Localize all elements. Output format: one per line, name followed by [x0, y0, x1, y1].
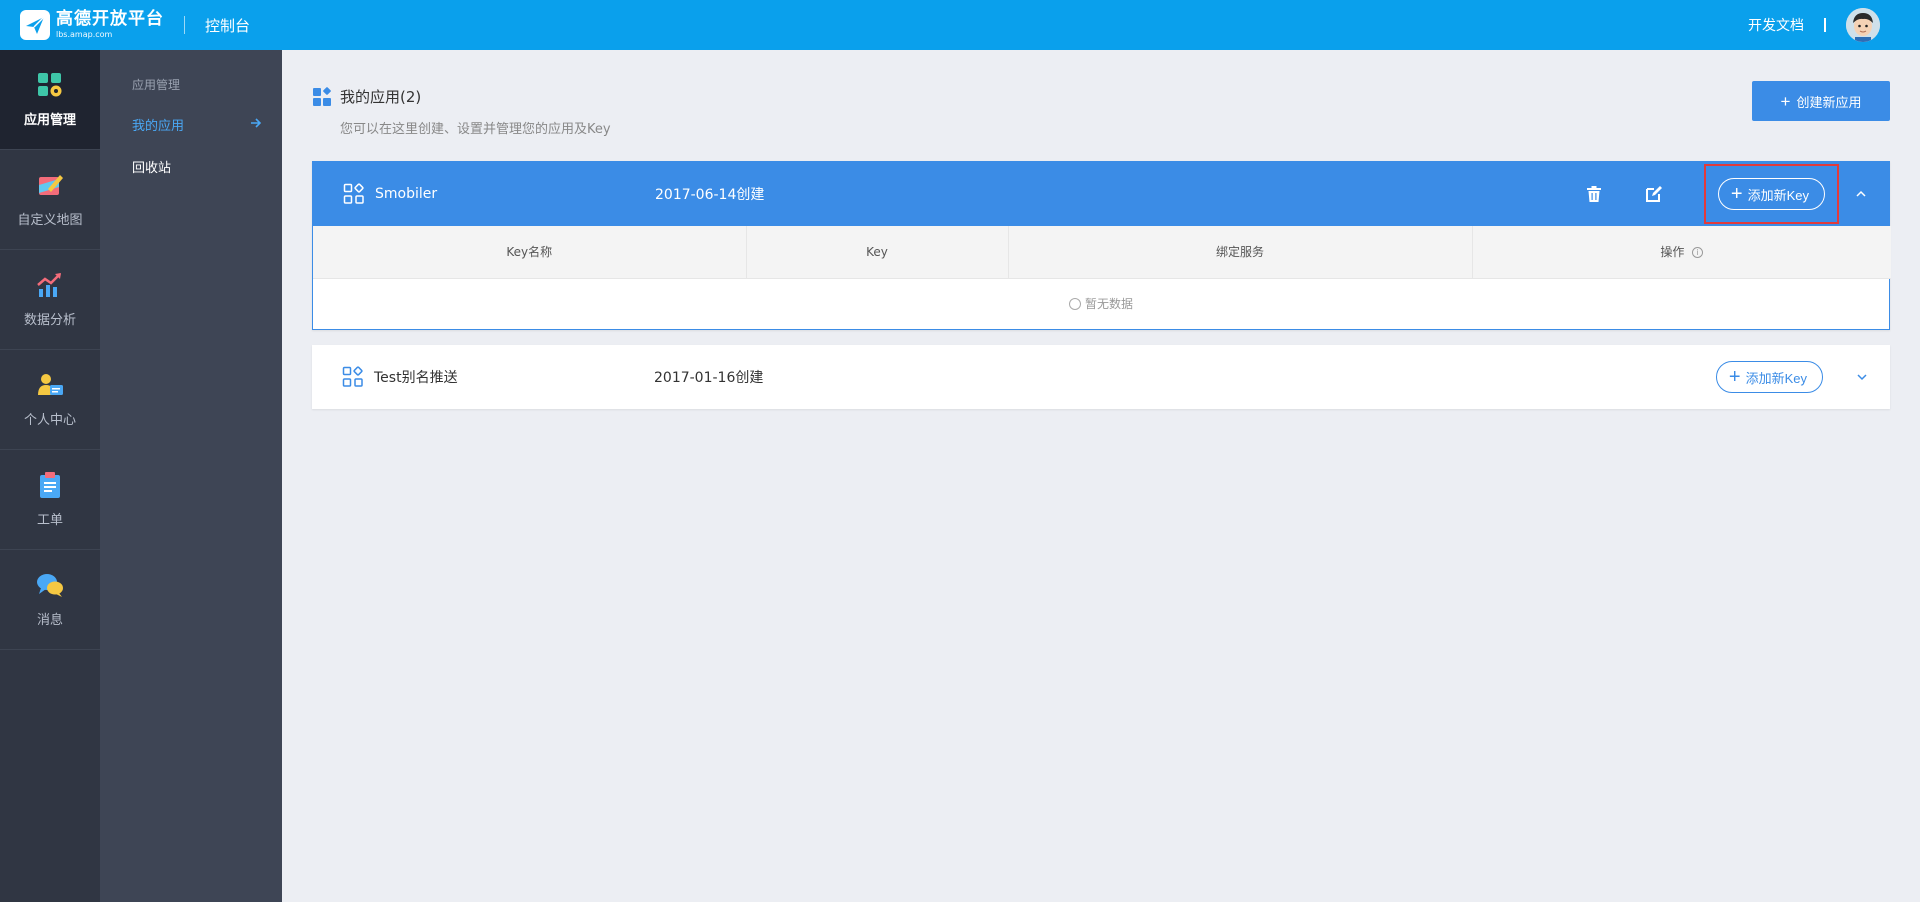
page-subtitle: 您可以在这里创建、设置并管理您的应用及Key	[340, 122, 611, 137]
logo[interactable]: 高德开放平台 lbs.amap.com	[20, 10, 164, 40]
column-operation: 操作 i	[1472, 226, 1891, 279]
grid-gear-icon	[38, 73, 62, 97]
nav-item-app-management[interactable]: 应用管理	[0, 50, 100, 150]
logo-title: 高德开放平台	[56, 9, 164, 29]
chart-trend-icon	[37, 273, 61, 297]
app-name: Smobiler	[375, 186, 438, 202]
collapse-toggle[interactable]	[1851, 184, 1871, 204]
map-palette-icon	[39, 175, 63, 195]
app-card-test-alias-push: Test别名推送 2017-01-16创建 + 添加新Key	[312, 345, 1890, 409]
chevron-down-icon	[1857, 374, 1867, 381]
chat-bubble-icon	[37, 574, 63, 597]
apps-grid-icon	[313, 86, 331, 106]
empty-text: 暂无数据	[1084, 297, 1133, 311]
subnav-label: 回收站	[132, 160, 172, 176]
empty-state: 暂无数据	[313, 279, 1889, 329]
app-created-date: 2017-01-16创建	[654, 370, 764, 386]
add-key-label: 添加新Key	[1745, 370, 1807, 386]
keys-table: Key名称 Key 绑定服务 操作 i	[313, 226, 1891, 279]
delete-app-button[interactable]	[1580, 180, 1608, 208]
amap-logo-icon	[20, 10, 50, 40]
edit-icon	[1645, 186, 1662, 202]
main-content: 我的应用(2) 您可以在这里创建、设置并管理您的应用及Key + 创建新应用 S…	[282, 50, 1920, 902]
nav-item-personal-center[interactable]: 个人中心	[0, 350, 100, 450]
app-actions: + 添加新Key	[1713, 345, 1890, 409]
add-key-button[interactable]: + 添加新Key	[1717, 178, 1825, 210]
app-card-header[interactable]: Test别名推送 2017-01-16创建 + 添加新Key	[312, 345, 1890, 409]
nav-label: 数据分析	[23, 313, 76, 328]
header-divider	[1824, 18, 1826, 32]
table-header-row: Key名称 Key 绑定服务 操作 i	[313, 226, 1891, 279]
nav-item-ticket[interactable]: 工单	[0, 450, 100, 550]
column-key-name: Key名称	[313, 226, 747, 279]
primary-sidebar: 应用管理 自定义地图 数据分析 个人中心 工单 消息	[0, 50, 100, 902]
secondary-sidebar: 应用管理 我的应用 回收站	[100, 50, 282, 902]
dev-docs-link[interactable]: 开发文档	[1748, 15, 1804, 35]
sad-face-icon	[1068, 297, 1081, 310]
add-key-wrap: + 添加新Key	[1713, 358, 1826, 396]
subnav-item-my-apps[interactable]: 我的应用	[100, 103, 282, 145]
nav-item-data-analysis[interactable]: 数据分析	[0, 250, 100, 350]
create-app-label: 创建新应用	[1796, 94, 1862, 110]
app-card-smobiler: Smobiler 2017-06-14创建 + 添加新Key Key名称 Key…	[312, 161, 1891, 330]
plus-icon: +	[1728, 366, 1741, 388]
edit-app-button[interactable]	[1640, 180, 1668, 208]
app-actions: + 添加新Key	[1580, 162, 1889, 226]
arrow-right-icon	[251, 118, 262, 128]
app-grid-outline-icon	[343, 183, 364, 204]
nav-label: 消息	[36, 613, 63, 628]
column-bound-service: 绑定服务	[1008, 226, 1473, 279]
user-card-icon	[38, 374, 63, 395]
app-created-date: 2017-06-14创建	[655, 187, 765, 203]
subnav-item-recycle-bin[interactable]: 回收站	[100, 145, 282, 187]
clipboard-icon	[40, 472, 60, 498]
expand-toggle[interactable]	[1852, 367, 1872, 387]
app-card-header[interactable]: Smobiler 2017-06-14创建 + 添加新Key	[313, 162, 1889, 226]
nav-label: 个人中心	[23, 413, 76, 428]
page-title: 我的应用(2)	[340, 88, 422, 106]
app-grid-outline-icon	[342, 366, 363, 387]
column-key: Key	[746, 226, 1009, 279]
user-avatar-icon	[1846, 8, 1880, 42]
nav-label: 自定义地图	[17, 213, 83, 228]
nav-item-custom-map[interactable]: 自定义地图	[0, 150, 100, 250]
nav-label: 应用管理	[23, 113, 76, 128]
nav-label: 工单	[36, 513, 63, 528]
avatar[interactable]	[1846, 8, 1880, 42]
column-operation-label: 操作	[1660, 245, 1685, 260]
add-key-label: 添加新Key	[1747, 187, 1809, 203]
subnav-group-label: 应用管理	[132, 78, 181, 92]
plus-icon: +	[1780, 91, 1791, 111]
add-key-highlight: + 添加新Key	[1703, 164, 1840, 224]
header-separator	[184, 16, 185, 34]
logo-url: lbs.amap.com	[56, 30, 113, 39]
trash-icon	[1586, 186, 1601, 202]
console-title: 控制台	[205, 16, 251, 35]
info-icon[interactable]: i	[1692, 247, 1704, 259]
create-app-button[interactable]: + 创建新应用	[1752, 81, 1890, 121]
chevron-up-icon	[1856, 190, 1866, 197]
add-key-button[interactable]: + 添加新Key	[1715, 361, 1823, 393]
plus-icon: +	[1730, 183, 1743, 205]
top-header: 高德开放平台 lbs.amap.com 控制台 开发文档	[0, 0, 1920, 50]
app-name: Test别名推送	[374, 370, 458, 386]
nav-item-messages[interactable]: 消息	[0, 550, 100, 650]
subnav-label: 我的应用	[132, 118, 185, 134]
page-header: 我的应用(2)	[312, 86, 421, 107]
